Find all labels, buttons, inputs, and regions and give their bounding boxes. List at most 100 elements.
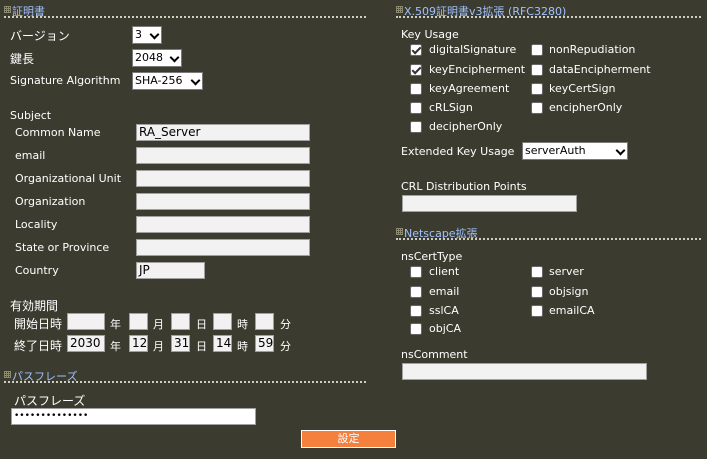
start-month-input[interactable] — [129, 313, 148, 330]
ns-objsign-label: objsign — [549, 285, 589, 298]
keylen-select[interactable]: 2048 — [132, 49, 182, 67]
state-input[interactable] — [136, 239, 310, 256]
ns-server-label: server — [549, 265, 584, 278]
end-day-input[interactable]: 31 — [171, 335, 190, 352]
section-bullet-icon — [396, 228, 403, 235]
passphrase-input[interactable]: •••••••••••••• — [11, 408, 256, 425]
cert-section-header: 証明書 — [4, 2, 366, 18]
x509-section-header: X.509証明書v3拡張 (RFC3280) — [396, 2, 701, 18]
end-min-input[interactable]: 59 — [255, 335, 274, 352]
min-unit: 分 — [280, 340, 291, 353]
crl-sign-checkbox[interactable] — [410, 102, 422, 114]
ns-objca-label: objCA — [429, 322, 461, 335]
sigalg-label: Signature Algorithm — [10, 74, 121, 87]
section-bullet-icon — [4, 6, 11, 13]
version-select[interactable]: 3 — [132, 26, 162, 44]
section-bullet-icon — [396, 6, 403, 13]
key-cert-sign-label: keyCertSign — [549, 82, 616, 95]
keylen-label: 鍵長 — [10, 52, 35, 66]
digital-signature-checkbox[interactable] — [410, 44, 422, 56]
email-label: email — [15, 149, 46, 162]
org-unit-input[interactable] — [136, 170, 310, 187]
non-repudiation-label: nonRepudiation — [549, 43, 636, 56]
ns-email-checkbox[interactable] — [410, 286, 422, 298]
key-agreement-label: keyAgreement — [429, 82, 510, 95]
decipher-only-checkbox[interactable] — [410, 121, 422, 133]
chevron-down-icon — [615, 145, 626, 156]
key-encipherment-checkbox[interactable] — [410, 64, 422, 76]
sigalg-select[interactable]: SHA-256 — [132, 72, 203, 90]
netscape-section-header: Netscape拡張 — [396, 224, 701, 240]
version-select-value: 3 — [135, 28, 142, 41]
digital-signature-label: digitalSignature — [429, 43, 517, 56]
key-usage-label: Key Usage — [401, 28, 459, 41]
year-unit: 年 — [110, 318, 121, 331]
non-repudiation-checkbox[interactable] — [531, 44, 543, 56]
keylen-select-value: 2048 — [135, 51, 163, 64]
state-label: State or Province — [15, 241, 110, 254]
min-unit: 分 — [280, 318, 291, 331]
sigalg-select-value: SHA-256 — [135, 74, 183, 87]
locality-label: Locality — [15, 218, 58, 231]
ns-client-checkbox[interactable] — [410, 266, 422, 278]
data-encipherment-label: dataEncipherment — [549, 63, 651, 76]
ns-emailca-checkbox[interactable] — [531, 305, 543, 317]
end-month-input[interactable]: 12 — [129, 335, 148, 352]
passphrase-label: パスフレーズ — [14, 394, 86, 408]
day-unit: 日 — [196, 318, 207, 331]
ns-comment-input[interactable] — [402, 363, 647, 380]
ns-client-label: client — [429, 265, 460, 278]
ext-key-usage-label: Extended Key Usage — [401, 145, 515, 158]
ns-server-checkbox[interactable] — [531, 266, 543, 278]
year-unit: 年 — [110, 340, 121, 353]
email-input[interactable] — [136, 147, 310, 164]
chevron-down-icon — [169, 52, 180, 63]
organization-label: Organization — [15, 195, 86, 208]
passphrase-section-header: パスフレーズ — [4, 367, 366, 383]
start-date-label: 開始日時 — [14, 317, 63, 331]
data-encipherment-checkbox[interactable] — [531, 64, 543, 76]
country-label: Country — [15, 264, 59, 277]
section-divider — [396, 16, 701, 18]
ns-email-label: email — [429, 285, 460, 298]
organization-input[interactable] — [136, 193, 310, 210]
day-unit: 日 — [196, 340, 207, 353]
ns-sslca-checkbox[interactable] — [410, 305, 422, 317]
start-hour-input[interactable] — [213, 313, 232, 330]
section-bullet-icon — [4, 371, 11, 378]
start-year-input[interactable] — [67, 313, 105, 330]
version-label: バージョン — [10, 29, 70, 43]
ns-sslca-label: sslCA — [429, 304, 459, 317]
hour-unit: 時 — [237, 318, 248, 331]
hour-unit: 時 — [237, 340, 248, 353]
ns-comment-label: nsComment — [401, 348, 468, 361]
crl-dp-label: CRL Distribution Points — [401, 180, 527, 193]
section-divider — [4, 381, 366, 383]
ext-key-usage-select[interactable]: serverAuth — [522, 142, 628, 160]
country-input[interactable]: JP — [136, 262, 205, 279]
start-min-input[interactable] — [255, 313, 274, 330]
end-year-input[interactable]: 2030 — [67, 335, 105, 352]
ns-emailca-label: emailCA — [549, 304, 595, 317]
ns-objsign-checkbox[interactable] — [531, 286, 543, 298]
encipher-only-checkbox[interactable] — [531, 102, 543, 114]
month-unit: 月 — [153, 318, 164, 331]
locality-input[interactable] — [136, 216, 310, 233]
common-name-label: Common Name — [15, 126, 101, 139]
key-agreement-checkbox[interactable] — [410, 83, 422, 95]
ns-objca-checkbox[interactable] — [410, 323, 422, 335]
submit-button[interactable]: 設定 — [301, 430, 396, 448]
chevron-down-icon — [190, 75, 201, 86]
end-date-label: 終了日時 — [14, 339, 63, 353]
key-encipherment-label: keyEncipherment — [429, 63, 526, 76]
month-unit: 月 — [153, 340, 164, 353]
decipher-only-label: decipherOnly — [429, 120, 503, 133]
org-unit-label: Organizational Unit — [15, 172, 122, 185]
start-day-input[interactable] — [171, 313, 190, 330]
encipher-only-label: encipherOnly — [549, 101, 623, 114]
key-cert-sign-checkbox[interactable] — [531, 83, 543, 95]
common-name-input[interactable]: RA_Server — [136, 124, 310, 141]
section-divider — [4, 16, 366, 18]
crl-dp-input[interactable] — [402, 195, 577, 212]
end-hour-input[interactable]: 14 — [213, 335, 232, 352]
